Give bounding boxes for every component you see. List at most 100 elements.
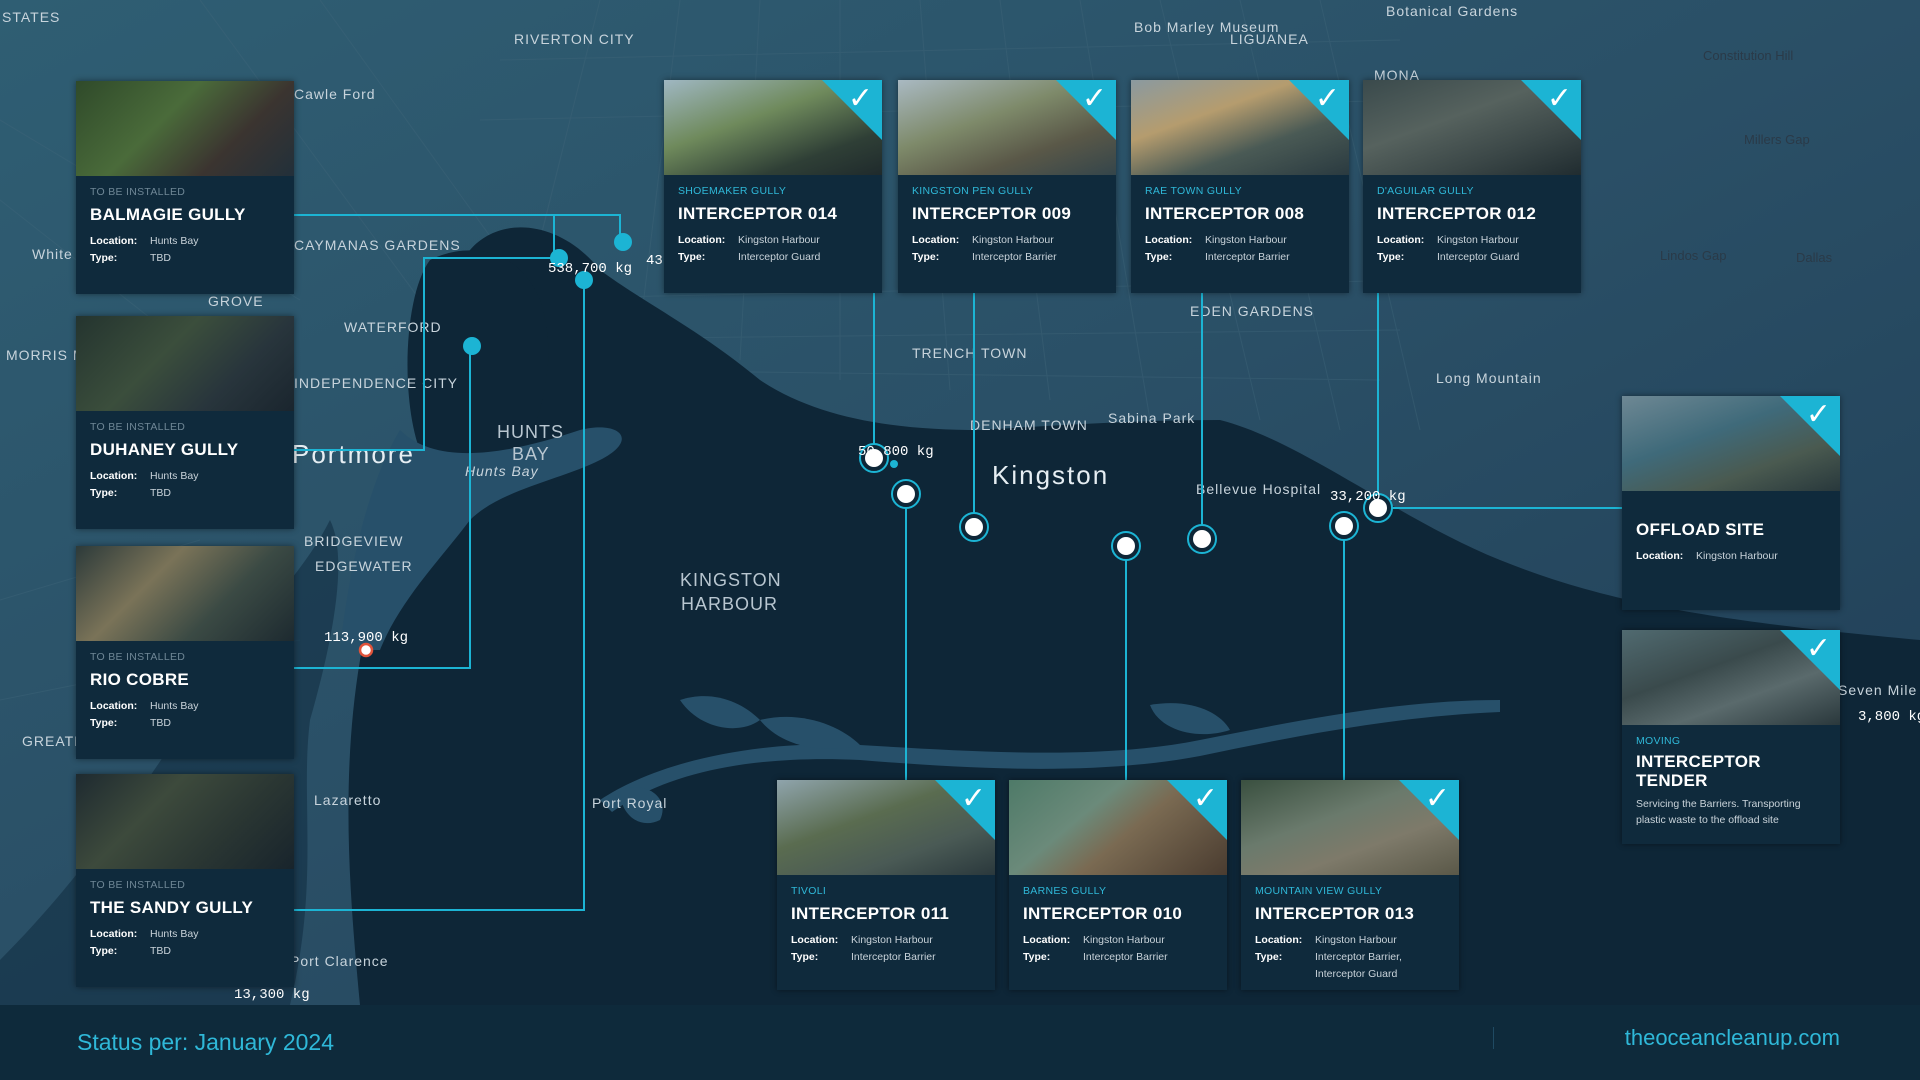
location-value: Kingston Harbour xyxy=(1696,550,1778,562)
type-label: Type: xyxy=(90,252,118,264)
card-status: TIVOLI xyxy=(791,885,827,897)
label-lazaretto: Lazaretto xyxy=(314,792,381,808)
weight-partial: 43 xyxy=(646,253,663,269)
marker-interceptor-009[interactable] xyxy=(959,512,989,542)
card-interceptor-008[interactable]: ✓ RAE TOWN GULLY INTERCEPTOR 008 Locatio… xyxy=(1131,80,1349,293)
location-value: Hunts Bay xyxy=(150,470,199,482)
card-description: Servicing the Barriers. Transporting pla… xyxy=(1636,798,1801,826)
photo-interceptor-tender: ✓ xyxy=(1622,630,1840,725)
card-status: D'AGUILAR GULLY xyxy=(1377,185,1474,197)
card-status: MOVING xyxy=(1636,735,1681,747)
card-interceptor-012[interactable]: ✓ D'AGUILAR GULLY INTERCEPTOR 012 Locati… xyxy=(1363,80,1581,293)
card-title: RIO COBRE xyxy=(90,670,190,689)
check-icon: ✓ xyxy=(1546,81,1572,116)
marker-interceptor-013[interactable] xyxy=(1329,511,1359,541)
check-icon: ✓ xyxy=(847,81,873,116)
label-caymanas: CAYMANAS GARDENS xyxy=(294,237,461,253)
type-value: TBD xyxy=(150,252,171,264)
card-rio-cobre[interactable]: TO BE INSTALLED RIO COBRE Location: Hunts… xyxy=(76,546,294,759)
marker-balmagie-2[interactable] xyxy=(614,233,632,251)
weight-kingston-east: 33,200 kg xyxy=(1330,489,1406,505)
type-label: Type: xyxy=(90,945,118,957)
type-label: Type: xyxy=(791,951,819,963)
type-label: Type: xyxy=(90,487,118,499)
location-value: Hunts Bay xyxy=(150,235,199,247)
location-label: Location: xyxy=(1255,934,1303,946)
type-value: Interceptor Barrier xyxy=(1205,251,1290,263)
location-value: Kingston Harbour xyxy=(1205,234,1287,246)
label-port-clarence: Port Clarence xyxy=(290,953,389,969)
location-label: Location: xyxy=(678,234,726,246)
type-value: Interceptor Barrier xyxy=(972,251,1057,263)
card-interceptor-009[interactable]: ✓ KINGSTON PEN GULLY INTERCEPTOR 009 Loc… xyxy=(898,80,1116,293)
location-value: Kingston Harbour xyxy=(1315,934,1397,946)
location-label: Location: xyxy=(90,700,138,712)
card-title: THE SANDY GULLY xyxy=(90,898,254,917)
location-label: Location: xyxy=(1377,234,1425,246)
card-status: BARNES GULLY xyxy=(1023,885,1107,897)
card-offload-site[interactable]: ✓ OFFLOAD SITE Location: Kingston Harbour xyxy=(1622,396,1840,610)
card-interceptor-010[interactable]: ✓ BARNES GULLY INTERCEPTOR 010 Location:… xyxy=(1009,780,1227,990)
label-riverton: RIVERTON CITY xyxy=(514,31,635,47)
weight-kingston-west: 50,800 kg xyxy=(858,444,934,460)
label-hunts-bay-1: HUNTS xyxy=(497,422,564,442)
card-interceptor-011[interactable]: ✓ TIVOLI INTERCEPTOR 011 Location: Kingst… xyxy=(777,780,995,990)
label-dallas: Dallas xyxy=(1796,250,1833,265)
check-icon: ✓ xyxy=(1192,781,1218,816)
type-value: Interceptor Barrier xyxy=(1083,951,1168,963)
type-label: Type: xyxy=(1255,951,1283,963)
card-title: OFFLOAD SITE xyxy=(1636,520,1765,539)
card-status: TO BE INSTALLED xyxy=(90,421,186,433)
label-bridgeview: BRIDGEVIEW xyxy=(304,533,403,549)
location-value: Hunts Bay xyxy=(150,700,199,712)
status-date: Status per: January 2024 xyxy=(77,1029,334,1055)
type-value: TBD xyxy=(150,717,171,729)
label-kingston-harbour-1: KINGSTON xyxy=(680,570,782,590)
card-title: INTERCEPTOR 009 xyxy=(912,204,1072,223)
check-icon: ✓ xyxy=(960,781,986,816)
type-value: Interceptor Barrier xyxy=(851,951,936,963)
photo-offload-site: ✓ xyxy=(1622,396,1840,491)
card-sandy-gully[interactable]: TO BE INSTALLED THE SANDY GULLY Location… xyxy=(76,774,294,987)
type-label: Type: xyxy=(1023,951,1051,963)
card-status: KINGSTON PEN GULLY xyxy=(912,185,1034,197)
card-title: INTERCEPTOR TENDER xyxy=(1636,752,1761,790)
card-title: INTERCEPTOR 013 xyxy=(1255,904,1415,923)
website-link[interactable]: theoceancleanup.com xyxy=(1625,1025,1840,1051)
card-duhaney-gully[interactable]: TO BE INSTALLED DUHANEY GULLY Location: H… xyxy=(76,316,294,529)
marker-sandy[interactable] xyxy=(463,337,481,355)
label-denham-town: DENHAM TOWN xyxy=(970,417,1088,433)
card-interceptor-tender[interactable]: ✓ MOVING INTERCEPTOR TENDER Servicing th… xyxy=(1622,630,1840,844)
label-eden-gardens: EDEN GARDENS xyxy=(1190,303,1314,319)
type-label: Type: xyxy=(1145,251,1173,263)
location-label: Location: xyxy=(1145,234,1193,246)
card-interceptor-013[interactable]: ✓ MOUNTAIN VIEW GULLY INTERCEPTOR 013 Lo… xyxy=(1241,780,1459,990)
label-trench-town: TRENCH TOWN xyxy=(912,345,1027,361)
label-grove: GROVE xyxy=(208,293,264,309)
card-status: RAE TOWN GULLY xyxy=(1145,185,1242,197)
label-seven-mile: Seven Mile xyxy=(1838,682,1917,698)
location-label: Location: xyxy=(912,234,960,246)
marker-interceptor-008[interactable] xyxy=(1187,524,1217,554)
location-label: Location: xyxy=(90,235,138,247)
card-balmagie-gully[interactable]: TO BE INSTALLED BALMAGIE GULLY Location:… xyxy=(76,81,294,294)
check-icon: ✓ xyxy=(1314,81,1340,116)
label-edgewater: EDGEWATER xyxy=(315,558,413,574)
weight-seven-mile: 3,800 kg xyxy=(1858,709,1920,725)
marker-interceptor-011[interactable] xyxy=(891,479,921,509)
label-states: STATES xyxy=(2,9,60,25)
location-value: Kingston Harbour xyxy=(972,234,1054,246)
marker-interceptor-010[interactable] xyxy=(1111,531,1141,561)
type-label: Type: xyxy=(912,251,940,263)
card-title: INTERCEPTOR 012 xyxy=(1377,204,1537,223)
label-constitution-hill: Constitution Hill xyxy=(1703,48,1793,63)
check-icon: ✓ xyxy=(1081,81,1107,116)
label-cawle-ford: Cawle Ford xyxy=(294,86,376,102)
card-interceptor-014[interactable]: ✓ SHOEMAKER GULLY INTERCEPTOR 014 Locati… xyxy=(664,80,882,293)
label-port-royal: Port Royal xyxy=(592,795,667,811)
type-value: TBD xyxy=(150,945,171,957)
photo-interceptor-014: ✓ xyxy=(664,80,882,175)
card-title: INTERCEPTOR 014 xyxy=(678,204,838,223)
card-status xyxy=(1636,501,1826,515)
label-millers-gap: Millers Gap xyxy=(1744,132,1810,147)
